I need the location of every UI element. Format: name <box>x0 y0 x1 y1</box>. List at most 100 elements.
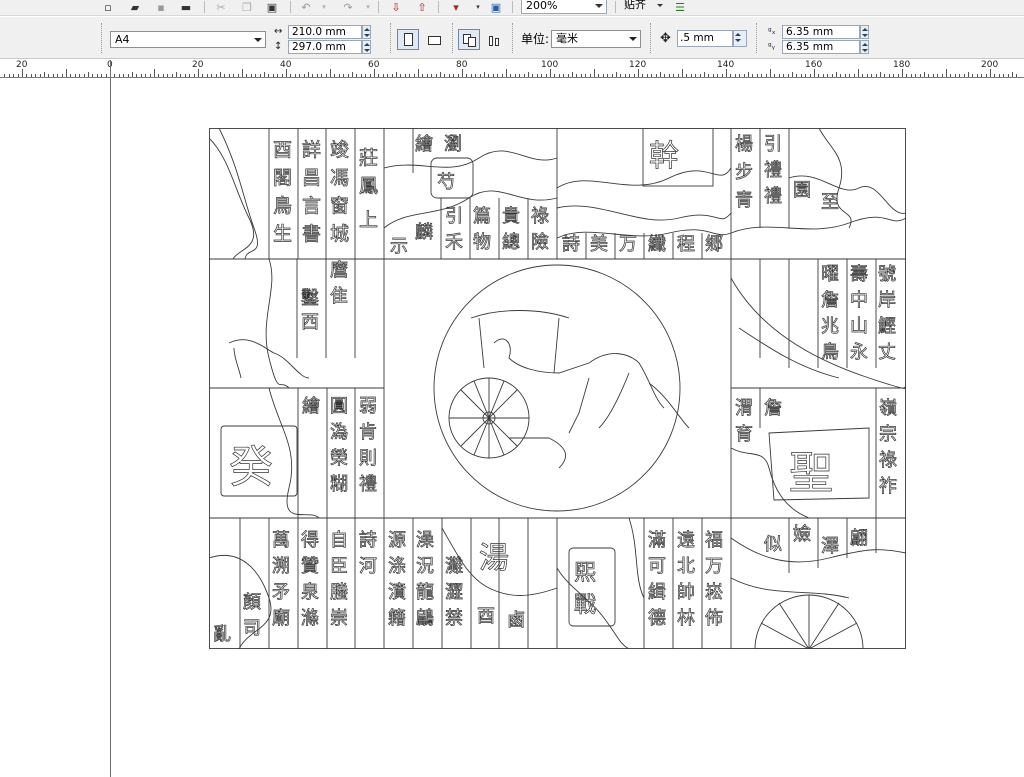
ruler-tick <box>224 74 226 77</box>
horizontal-ruler[interactable]: 20020406080100120140160180200 <box>0 60 1024 78</box>
ruler-tick <box>765 74 767 77</box>
svg-text:禮: 禮 <box>764 160 782 181</box>
ruler-tick <box>558 74 560 77</box>
import-icon[interactable]: ⇩ <box>388 0 404 14</box>
ruler-tick <box>154 69 155 77</box>
ruler-label: 20 <box>192 60 204 70</box>
portrait-button[interactable] <box>397 29 419 50</box>
ruler-tick <box>206 74 208 77</box>
snap-to-button[interactable]: 贴齐 <box>624 0 646 12</box>
ruler-tick <box>875 74 877 77</box>
svg-text:芍: 芍 <box>437 172 455 193</box>
landscape-button[interactable] <box>423 29 445 50</box>
toolbar-separator <box>512 1 513 13</box>
ruler-tick <box>976 74 978 77</box>
ruler-tick <box>682 69 683 77</box>
ruler-label: 120 <box>629 60 647 70</box>
ruler-tick <box>730 74 732 77</box>
ruler-tick <box>215 74 217 77</box>
undo-dropdown-icon[interactable]: ▾ <box>316 0 332 14</box>
ruler-tick <box>162 74 164 77</box>
all-pages-icon-back <box>468 37 476 47</box>
corel-connect-icon[interactable]: ▣ <box>488 0 504 14</box>
ruler-tick <box>528 72 529 77</box>
ruler-tick <box>704 72 705 77</box>
svg-text:育: 育 <box>735 424 753 445</box>
svg-text:灘: 灘 <box>445 556 463 577</box>
nudge-distance-spinner[interactable] <box>733 30 747 47</box>
svg-text:至: 至 <box>821 192 839 213</box>
current-page-icon-2 <box>495 38 499 46</box>
new-doc-icon[interactable]: ▫ <box>100 0 116 14</box>
ruler-tick <box>594 69 595 77</box>
page-height-input[interactable]: 297.0 mm <box>288 40 362 54</box>
svg-text:城: 城 <box>330 223 349 245</box>
svg-text:鳳: 鳳 <box>359 175 378 197</box>
redo-dropdown-icon[interactable]: ▾ <box>360 0 376 14</box>
paste-icon[interactable]: ▣ <box>264 0 280 14</box>
duplicate-y-spinner[interactable] <box>860 40 869 54</box>
chinese-seal-carving-artwork[interactable]: 酉閣鳥生 詳昌言書 竣馮窗城 莊鳳上 繪瀏芍 示麟 引禾 篇物 貴總 祿險 幹 … <box>209 128 906 649</box>
ruler-tick <box>74 74 76 77</box>
nudge-distance-input[interactable]: .5 mm <box>677 30 733 47</box>
publish-dropdown-icon[interactable]: ▾ <box>470 0 486 14</box>
page-width-spinner[interactable] <box>362 25 371 39</box>
ruler-tick <box>849 74 851 77</box>
vertical-ruler[interactable] <box>0 79 110 777</box>
svg-text:宗: 宗 <box>879 424 897 445</box>
svg-text:酉: 酉 <box>477 606 495 627</box>
toolbar-grip <box>452 23 454 53</box>
ruler-tick <box>814 69 815 77</box>
ruler-tick <box>638 69 639 77</box>
ruler-tick <box>132 72 133 77</box>
svg-text:嬐: 嬐 <box>793 524 811 545</box>
current-page-button[interactable] <box>484 29 506 50</box>
ruler-tick <box>35 74 37 77</box>
svg-text:泉: 泉 <box>301 582 319 603</box>
print-icon[interactable]: ▬ <box>178 0 194 14</box>
vertical-guide-line[interactable] <box>110 60 111 777</box>
export-icon[interactable]: ⇧ <box>414 0 430 14</box>
ruler-tick <box>739 74 741 77</box>
toolbar-grip[interactable] <box>101 23 103 53</box>
svg-text:禮: 禮 <box>359 474 377 495</box>
svg-text:總: 總 <box>502 232 520 253</box>
chevron-down-icon <box>595 4 603 8</box>
svg-text:滿: 滿 <box>648 530 666 551</box>
save-icon[interactable]: ▪ <box>153 0 169 14</box>
svg-text:湯: 湯 <box>479 541 509 576</box>
svg-text:鳥: 鳥 <box>273 195 292 217</box>
publish-icon[interactable]: ▾ <box>448 0 464 14</box>
svg-text:物: 物 <box>473 232 491 253</box>
page-height-spinner[interactable] <box>362 40 371 54</box>
paper-size-select[interactable]: A4 <box>110 31 266 48</box>
svg-text:可: 可 <box>648 556 666 577</box>
duplicate-y-input[interactable]: 6.35 mm <box>782 40 860 54</box>
unit-select[interactable]: 毫米 <box>551 30 641 48</box>
duplicate-x-input[interactable]: 6.35 mm <box>782 25 860 39</box>
page-width-input[interactable]: 210.0 mm <box>288 25 362 39</box>
chevron-down-icon[interactable] <box>657 4 663 7</box>
redo-icon[interactable]: ↷ <box>340 0 356 14</box>
ruler-tick <box>470 74 472 77</box>
ruler-tick <box>22 69 23 77</box>
zoom-level-select[interactable]: 200% <box>521 0 607 14</box>
undo-icon[interactable]: ↶ <box>298 0 314 14</box>
all-pages-button[interactable] <box>458 29 480 50</box>
svg-text:戰: 戰 <box>574 593 596 618</box>
ruler-tick <box>48 74 50 77</box>
cut-icon[interactable]: ✂ <box>213 0 229 14</box>
open-icon[interactable]: ▰ <box>127 0 143 14</box>
svg-text:鶣: 鶣 <box>416 608 434 629</box>
svg-text:閣: 閣 <box>273 167 292 189</box>
svg-text:濆: 濆 <box>388 582 406 603</box>
snap-options-icon[interactable]: ☰ <box>672 0 688 14</box>
ruler-tick <box>228 74 230 77</box>
ruler-tick <box>479 74 481 77</box>
ruler-tick <box>545 74 547 77</box>
landscape-icon <box>428 36 441 45</box>
copy-icon[interactable]: ❐ <box>239 0 255 14</box>
ruler-tick <box>686 74 688 77</box>
duplicate-x-spinner[interactable] <box>860 25 869 39</box>
svg-text:祚: 祚 <box>879 476 897 497</box>
